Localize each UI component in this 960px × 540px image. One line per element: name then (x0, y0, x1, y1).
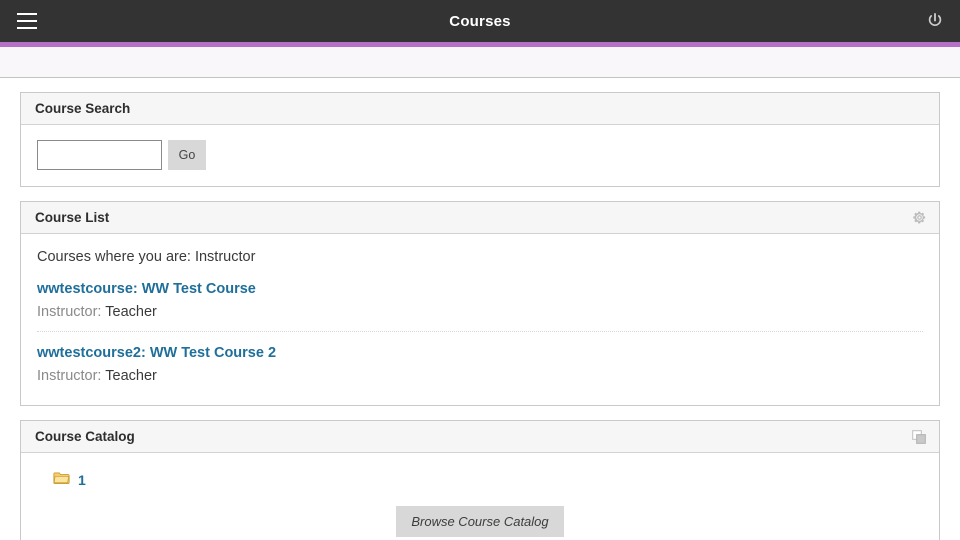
course-list-title: Course List (35, 210, 110, 225)
catalog-folder-row: 1 (37, 468, 923, 488)
course-catalog-body: 1 Browse Course Catalog (21, 453, 939, 540)
course-link[interactable]: wwtestcourse2: WW Test Course 2 (37, 343, 923, 365)
course-role-value: Teacher (105, 367, 157, 384)
copy-windows-icon[interactable] (909, 427, 929, 447)
hamburger-menu-icon[interactable] (10, 6, 44, 36)
course-list-item: wwtestcourse: WW Test Course Instructor:… (37, 279, 923, 334)
course-search-panel: Course Search Go (20, 92, 940, 187)
catalog-count-link[interactable]: 1 (78, 472, 86, 488)
page-title: Courses (449, 12, 511, 30)
course-search-title: Course Search (35, 101, 131, 116)
course-list-item: wwtestcourse2: WW Test Course 2 Instruct… (37, 343, 923, 389)
course-list-intro: Courses where you are: Instructor (37, 249, 256, 265)
course-catalog-panel: Course Catalog 1 Browse Course Catalog (20, 420, 940, 540)
course-catalog-header: Course Catalog (21, 421, 939, 454)
course-list-panel: Course List Courses where you are: Instr… (20, 201, 940, 407)
hamburger-bar-2 (17, 20, 37, 22)
course-search-body: Go (21, 125, 939, 186)
main-content: Course Search Go Course List Courses whe… (0, 78, 960, 540)
power-logout-icon[interactable] (922, 8, 948, 34)
page-top-spacer (0, 47, 960, 78)
course-catalog-title: Course Catalog (35, 429, 135, 445)
course-search-row: Go (37, 140, 923, 170)
top-navigation-bar: Courses (0, 0, 960, 42)
course-list-header: Course List (21, 202, 939, 234)
browse-course-catalog-button[interactable]: Browse Course Catalog (396, 506, 564, 538)
course-role: Instructor: Teacher (37, 301, 923, 323)
search-input[interactable] (37, 140, 162, 170)
course-list-separator (37, 331, 923, 333)
course-role-label: Instructor: (37, 367, 102, 384)
course-role-label: Instructor: (37, 303, 102, 320)
go-button[interactable]: Go (168, 140, 206, 170)
gear-icon[interactable] (909, 208, 929, 228)
hamburger-bar-3 (17, 27, 37, 29)
course-link[interactable]: wwtestcourse: WW Test Course (37, 279, 923, 301)
course-list-body: Courses where you are: Instructor wwtest… (21, 234, 939, 406)
hamburger-bar-1 (17, 13, 37, 15)
folder-icon (53, 471, 70, 488)
course-role-value: Teacher (105, 303, 157, 320)
browse-button-wrapper: Browse Course Catalog (37, 506, 923, 538)
course-role: Instructor: Teacher (37, 365, 923, 387)
course-search-header: Course Search (21, 93, 939, 125)
